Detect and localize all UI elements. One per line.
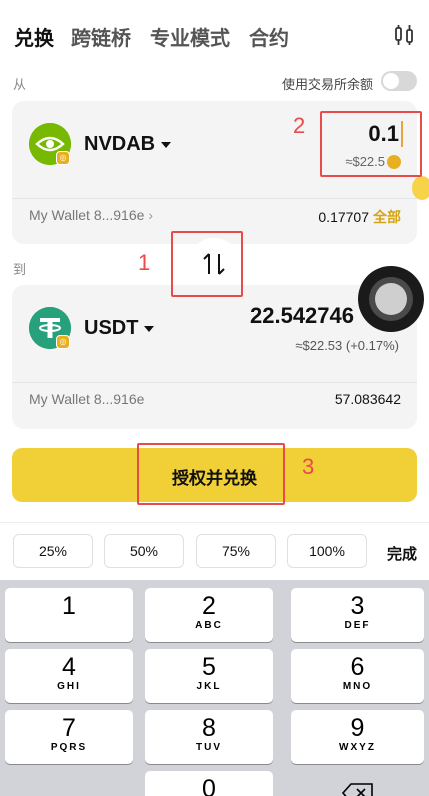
chain-badge-icon: ◎ (56, 335, 70, 349)
divider (12, 198, 417, 199)
key-letters: PQRS (50, 742, 88, 753)
chevron-right-icon: › (148, 207, 153, 223)
use-exchange-balance-toggle[interactable] (381, 71, 417, 91)
key-7[interactable]: 7 PQRS (5, 710, 133, 764)
key-2[interactable]: 2 ABC (145, 588, 273, 642)
toggle-knob (383, 73, 399, 89)
key-3[interactable]: 3 DEF (291, 588, 424, 642)
to-label: 到 (13, 262, 27, 277)
assistive-center (375, 283, 407, 315)
from-balance-row: 0.17707 全部 (318, 207, 401, 227)
numeric-keyboard: 1 2 ABC 3 DEF 4 GHI 5 JKL 6 MNO 7 PQRS 8 TUV 9W… (0, 580, 429, 796)
key-digit: 1 (62, 592, 76, 620)
to-balance: 57.083642 (334, 391, 401, 407)
from-wallet-link[interactable]: My Wallet 8...916e › (29, 207, 153, 223)
backspace-icon (341, 783, 373, 796)
percent-shortcuts: 25% 50% 75% 100% 完成 (0, 534, 429, 570)
key-0[interactable]: 0 (145, 771, 273, 796)
percent-50-button[interactable]: 50% (104, 534, 184, 568)
to-card: ◎ USDT 22.542746 ≈$22.53 (+0.17%) My Wal… (12, 285, 417, 429)
key-digit: 3 (350, 592, 365, 620)
key-digit: 2 (202, 592, 216, 620)
key-5[interactable]: 5 JKL (145, 649, 273, 703)
key-8[interactable]: 8 TUV (145, 710, 273, 764)
from-token-selector[interactable]: NVDAB (84, 133, 172, 156)
chevron-down-icon (144, 325, 155, 332)
percent-25-button[interactable]: 25% (13, 534, 93, 568)
key-digit: 9 (350, 714, 365, 742)
from-balance: 0.17707 (318, 209, 369, 225)
done-button[interactable]: 完成 (387, 543, 417, 564)
divider (12, 382, 417, 383)
key-digit: 6 (350, 653, 365, 681)
from-token-symbol: NVDAB (84, 133, 156, 155)
annotation-number-1: 1 (138, 250, 151, 275)
key-digit: 4 (62, 653, 76, 681)
key-letters: DEF (344, 620, 371, 631)
key-letters: JKL (196, 681, 222, 692)
tab-bridge[interactable]: 跨链桥 (71, 22, 131, 51)
key-letters: MNO (342, 681, 373, 692)
tab-contract[interactable]: 合约 (249, 22, 289, 51)
annotation-number-2: 2 (293, 113, 306, 138)
mascot-peek-icon (412, 176, 429, 200)
settings-sliders-icon[interactable] (393, 24, 415, 46)
key-digit: 0 (202, 775, 216, 796)
key-9[interactable]: 9 WXYZ (291, 710, 424, 764)
backspace-key[interactable] (341, 783, 374, 796)
key-1[interactable]: 1 (5, 588, 133, 642)
key-4[interactable]: 4 GHI (5, 649, 133, 703)
from-label: 从 (13, 77, 27, 92)
use-exchange-balance-label: 使用交易所余额 (281, 77, 373, 92)
key-digit: 8 (202, 714, 216, 742)
to-token-symbol: USDT (84, 317, 139, 339)
assistive-touch-button[interactable] (358, 266, 424, 332)
annotation-box-1 (171, 231, 243, 297)
percent-75-button[interactable]: 75% (196, 534, 276, 568)
annotation-box-3 (137, 443, 285, 505)
key-digit: 7 (62, 714, 76, 742)
chain-badge-icon: ◎ (56, 151, 70, 165)
annotation-number-3: 3 (302, 454, 315, 479)
percent-100-button[interactable]: 100% (287, 534, 367, 568)
key-letters: ABC (195, 620, 223, 631)
to-token-selector[interactable]: USDT (84, 317, 155, 340)
to-amount: 22.542746 (250, 303, 354, 328)
from-wallet-address: My Wallet 8...916e (29, 207, 145, 223)
key-letters: WXYZ (339, 742, 376, 753)
divider (0, 522, 429, 523)
key-letters: GHI (57, 681, 81, 692)
to-usd-value: ≈$22.53 (+0.17%) (295, 338, 399, 353)
annotation-box-2 (320, 111, 422, 177)
max-button[interactable]: 全部 (373, 209, 401, 225)
to-wallet-address[interactable]: My Wallet 8...916e (29, 391, 144, 407)
key-6[interactable]: 6 MNO (291, 649, 424, 703)
tab-pro-mode[interactable]: 专业模式 (150, 22, 230, 51)
chevron-down-icon (161, 141, 172, 148)
tab-swap[interactable]: 兑换 (14, 22, 54, 51)
key-letters: TUV (196, 742, 222, 753)
key-digit: 5 (202, 653, 216, 681)
